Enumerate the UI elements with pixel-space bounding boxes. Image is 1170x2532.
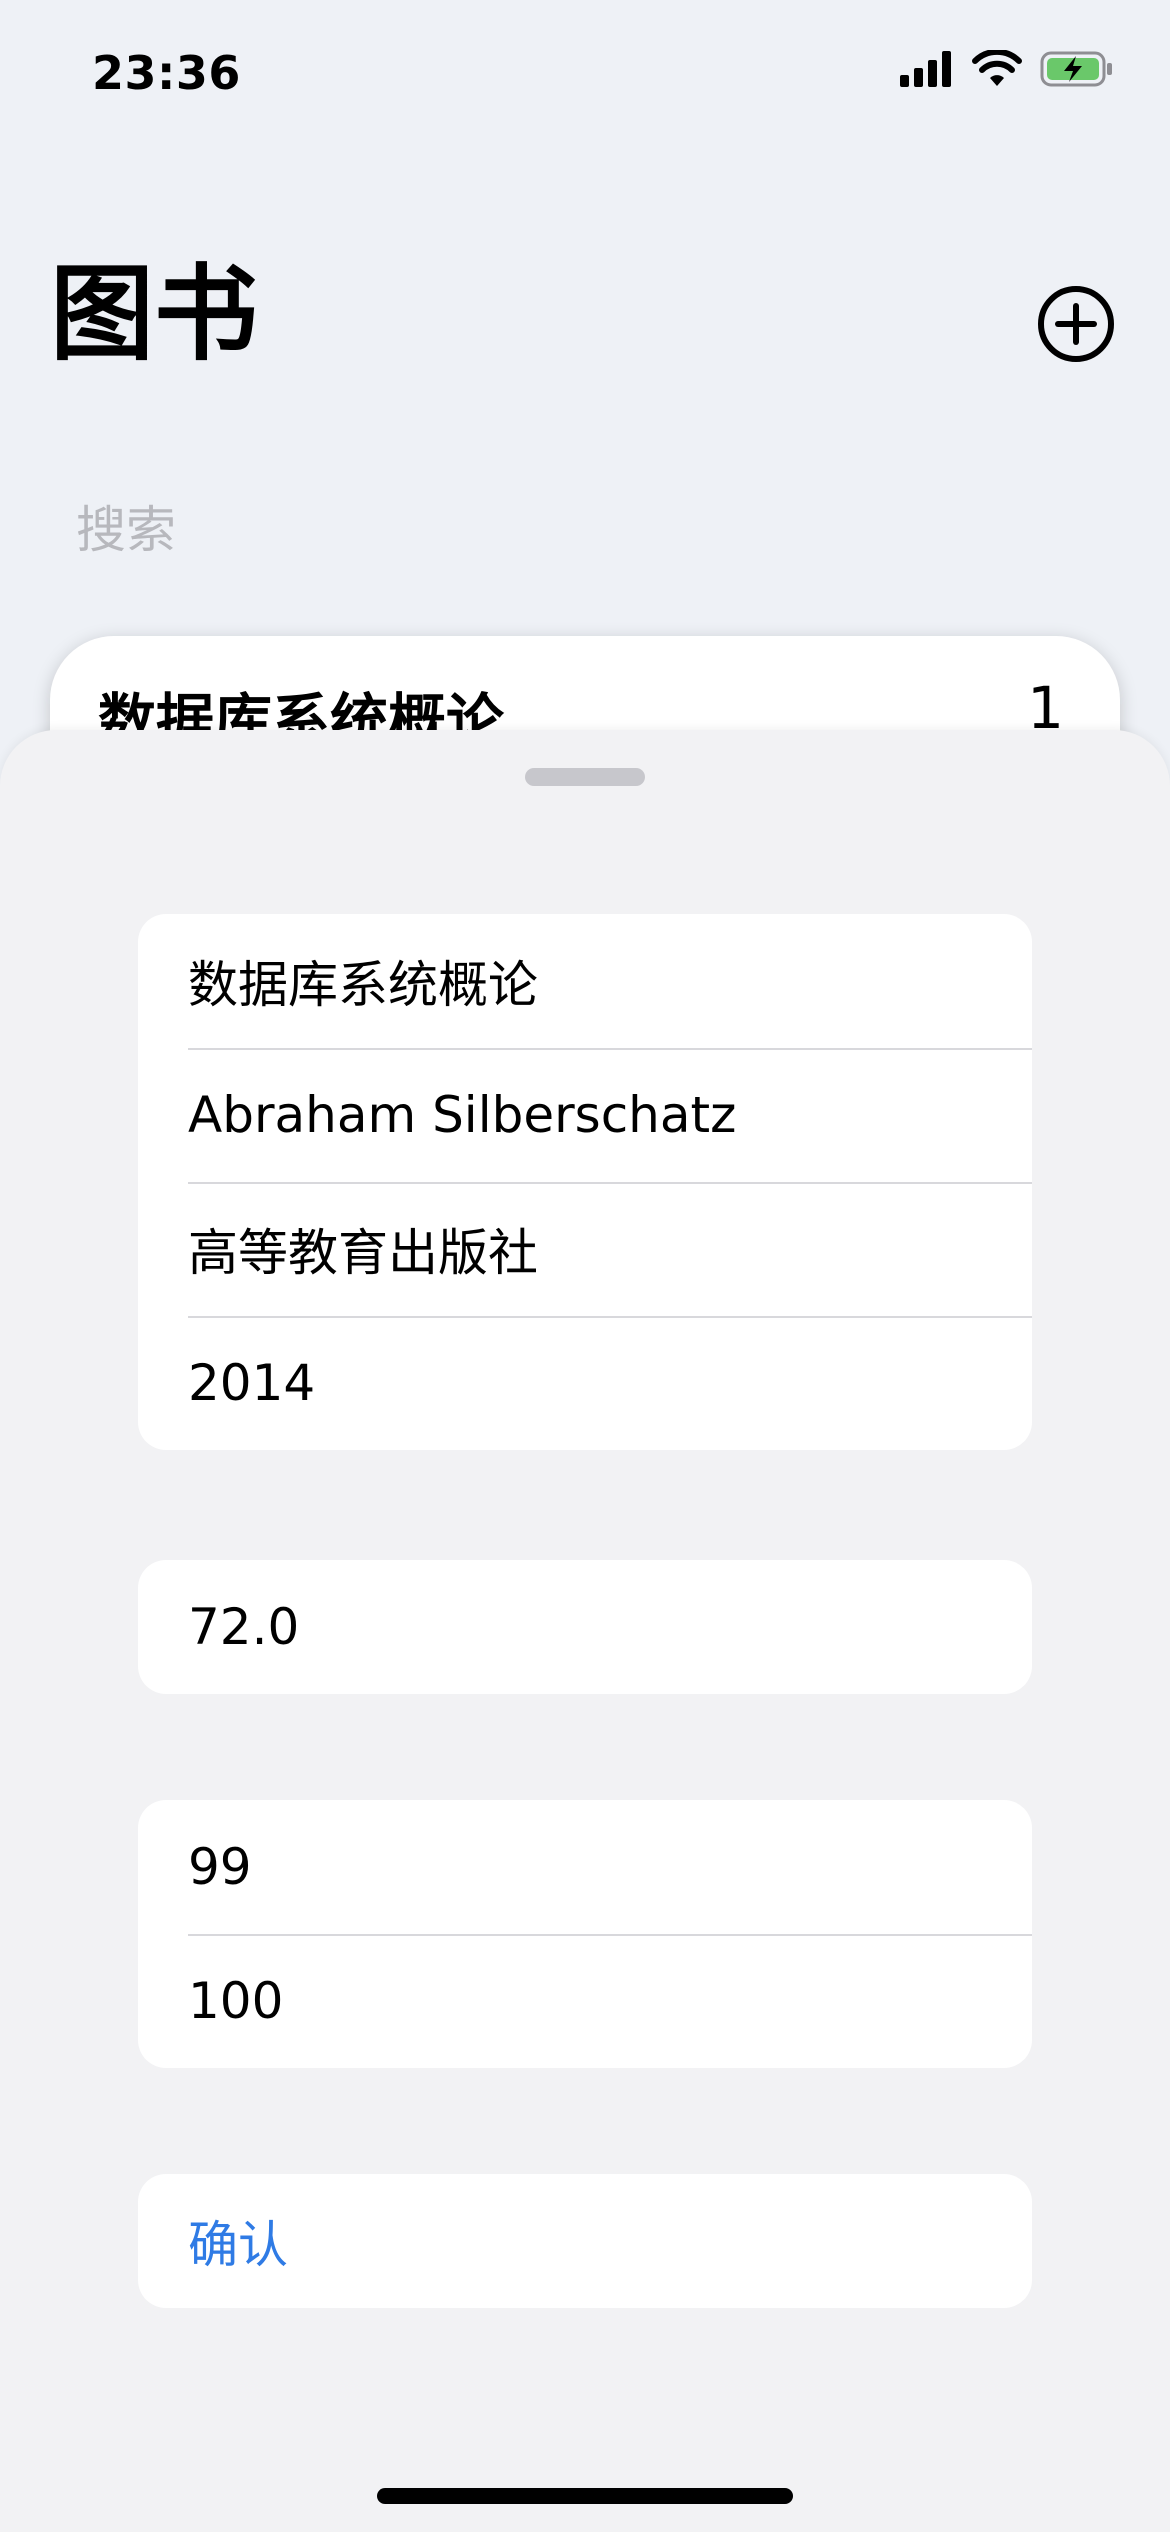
book-author-field[interactable]: Abraham Silberschatz: [138, 1048, 1032, 1182]
search-placeholder: 搜索: [76, 501, 176, 559]
book-title-field[interactable]: 数据库系统概论: [138, 914, 1032, 1048]
book-info-group: 数据库系统概论 Abraham Silberschatz 高等教育出版社 201…: [138, 914, 1032, 1450]
book-year-field[interactable]: 2014: [138, 1316, 1032, 1450]
book-available-field[interactable]: 99: [138, 1800, 1032, 1934]
status-time: 23:36: [92, 46, 241, 100]
book-total-field[interactable]: 100: [138, 1934, 1032, 2068]
search-input[interactable]: 搜索: [50, 470, 1120, 570]
book-price-field[interactable]: 72.0: [138, 1560, 1032, 1694]
cellular-signal-icon: [900, 51, 951, 87]
confirm-button[interactable]: 确认: [138, 2174, 1032, 2308]
page-title: 图书: [50, 253, 259, 375]
plus-circle-icon: [1038, 286, 1114, 362]
battery-charging-icon: [1040, 51, 1112, 87]
add-book-button[interactable]: [1036, 284, 1116, 364]
book-publisher-field[interactable]: 高等教育出版社: [138, 1182, 1032, 1316]
edit-book-sheet: 数据库系统概论 Abraham Silberschatz 高等教育出版社 201…: [0, 730, 1170, 2532]
sheet-grabber[interactable]: [525, 768, 645, 786]
wifi-icon: [972, 50, 1022, 86]
confirm-group: 确认: [138, 2174, 1032, 2308]
status-bar: 23:36: [0, 0, 1170, 150]
home-indicator[interactable]: [377, 2488, 793, 2504]
price-group: 72.0: [138, 1560, 1032, 1694]
status-icons: [900, 50, 1114, 88]
stock-group: 99 100: [138, 1800, 1032, 2068]
